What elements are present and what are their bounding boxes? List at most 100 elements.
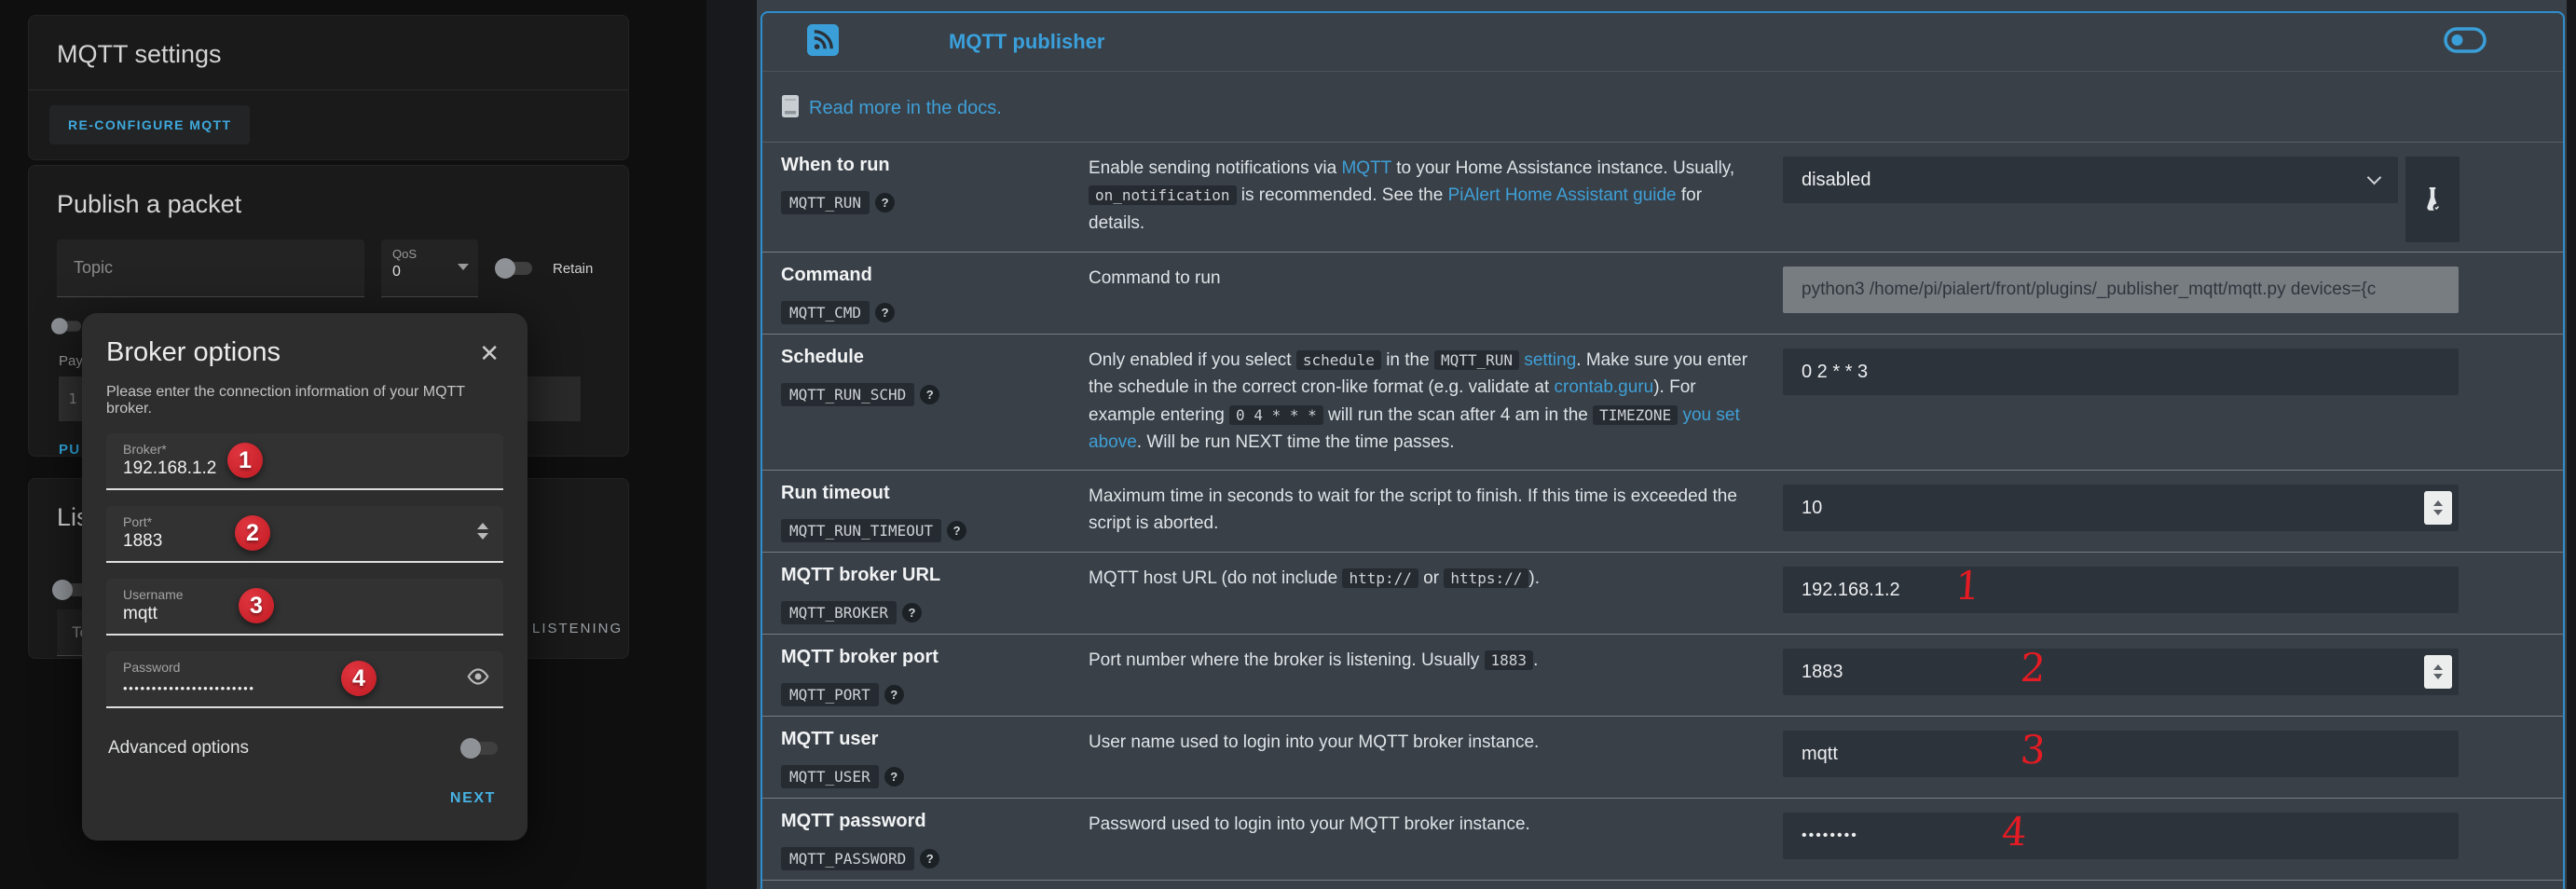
inline-code: TIMEZONE	[1593, 405, 1678, 425]
mqtt-settings-card: MQTT settings RE-CONFIGURE MQTT	[28, 15, 629, 160]
inline-link[interactable]: MQTT	[1341, 158, 1391, 178]
help-icon[interactable]: ?	[920, 849, 939, 868]
qos-select[interactable]: QoS 0	[381, 239, 478, 297]
window-edge	[2567, 0, 2576, 889]
help-icon[interactable]: ?	[947, 521, 966, 540]
setting-value: python3 /home/pi/pialert/front/plugins/_…	[1783, 265, 2546, 313]
setting-row: MQTT user MQTT_USER ? User name used to …	[762, 717, 2563, 799]
broker-field[interactable]: Broker* 192.168.1.2 1	[106, 433, 503, 490]
eye-icon[interactable]	[466, 666, 490, 691]
help-icon[interactable]: ?	[875, 303, 895, 322]
inline-text: Maximum time in seconds to wait for the …	[1089, 486, 1737, 533]
setting-value-field[interactable]: 192.168.1.2	[1783, 567, 2459, 613]
retain-label: Retain	[553, 261, 593, 277]
setting-value-text: 10	[1802, 498, 1822, 519]
toggle-off-icon[interactable]	[2444, 27, 2487, 58]
inline-text: will run the scan after 4 am in the	[1323, 405, 1593, 425]
broker-options-modal: Broker options ✕ Please enter the connec…	[82, 313, 528, 841]
port-field-label: Port*	[123, 514, 486, 529]
setting-value-text: 192.168.1.2	[1802, 580, 1900, 601]
panel-title: MQTT publisher	[949, 30, 1104, 54]
setting-value-field[interactable]: 0 2 * * 3	[1783, 349, 2459, 395]
setting-description: Password used to login into your MQTT br…	[1089, 811, 1783, 838]
setting-value: mqtt3	[1783, 729, 2546, 777]
retain-toggle[interactable]	[495, 258, 536, 279]
rss-icon	[807, 24, 839, 61]
setting-value-field[interactable]: 1883	[1783, 649, 2459, 695]
annotation-digit: 3	[2019, 727, 2047, 773]
test-run-button[interactable]	[2405, 157, 2460, 242]
setting-value-field[interactable]: python3 /home/pi/pialert/front/plugins/_…	[1783, 267, 2459, 313]
advanced-options-toggle[interactable]	[460, 738, 501, 759]
inline-text: in the	[1381, 350, 1434, 370]
number-stepper[interactable]	[2424, 655, 2452, 689]
setting-value: 0 2 * * 3	[1783, 347, 2546, 395]
setting-code-wrap: MQTT_PASSWORD ?	[781, 847, 1089, 870]
setting-value-text: python3 /home/pi/pialert/front/plugins/_…	[1802, 280, 2376, 300]
inline-link[interactable]: setting	[1524, 350, 1576, 370]
setting-description: Port number where the broker is listenin…	[1089, 647, 1783, 674]
setting-value-text: disabled	[1802, 170, 1871, 191]
inline-link[interactable]: PiAlert Home Assistant guide	[1448, 185, 1677, 205]
chevron-down-icon	[458, 264, 469, 270]
number-stepper[interactable]	[2424, 491, 2452, 525]
reconfigure-mqtt-button[interactable]: RE-CONFIGURE MQTT	[49, 105, 250, 144]
setting-description: User name used to login into your MQTT b…	[1089, 729, 1783, 756]
setting-value: 192.168.1.2 1	[1783, 565, 2546, 613]
annotation-badge-4: 4	[341, 661, 377, 696]
chevron-down-icon	[2367, 171, 2382, 185]
setting-value: disabled	[1783, 155, 2546, 242]
next-button[interactable]: NEXT	[450, 790, 496, 806]
help-icon[interactable]: ?	[920, 385, 939, 404]
setting-code-wrap: MQTT_BROKER ?	[781, 601, 1089, 624]
password-field-label: Password	[123, 660, 486, 675]
panel-gap	[706, 0, 757, 889]
setting-code-wrap: MQTT_USER ?	[781, 765, 1089, 788]
docs-icon	[781, 94, 800, 123]
setting-value-field[interactable]: mqtt	[1783, 731, 2459, 777]
username-field[interactable]: Username mqtt 3	[106, 579, 503, 636]
inline-text: to your Home Assistance instance. Usuall…	[1391, 158, 1734, 178]
setting-code: MQTT_RUN	[781, 191, 870, 214]
help-icon[interactable]: ?	[884, 767, 904, 786]
annotation-badge-2: 2	[235, 515, 270, 551]
port-field[interactable]: Port* 1883 2	[106, 506, 503, 563]
annotation-digit: 1	[1953, 563, 1981, 609]
allow-template-toggle[interactable]	[51, 318, 84, 335]
inline-code: https://	[1444, 568, 1528, 588]
inline-link[interactable]: crontab.guru	[1555, 377, 1654, 397]
setting-code-wrap: MQTT_PORT ?	[781, 683, 1089, 706]
help-icon[interactable]: ?	[884, 685, 904, 704]
password-field-value: •••••••••••••••••••••••	[123, 681, 486, 695]
setting-value-field[interactable]: ••••••••	[1783, 813, 2459, 859]
setting-row: Schedule MQTT_RUN_SCHD ? Only enabled if…	[762, 335, 2563, 471]
help-icon[interactable]: ?	[875, 193, 895, 212]
docs-link[interactable]: Read more in the docs.	[809, 98, 1002, 119]
inline-text: ).	[1528, 568, 1540, 588]
setting-row: MQTT Quality of Service Quality of servi…	[762, 881, 2563, 889]
setting-label: Command	[781, 265, 1089, 286]
setting-value: 18832	[1783, 647, 2546, 695]
setting-value: ••••••••4	[1783, 811, 2546, 859]
screenshot-stage: MQTT settings RE-CONFIGURE MQTT Publish …	[0, 0, 2576, 889]
topic-input[interactable]: Topic	[57, 239, 364, 297]
help-icon[interactable]: ?	[902, 603, 922, 622]
setting-row: When to run MQTT_RUN ? Enable sending no…	[762, 143, 2563, 253]
number-stepper-icon[interactable]	[477, 523, 488, 540]
close-icon[interactable]: ✕	[475, 337, 503, 369]
setting-value-field[interactable]: disabled	[1783, 157, 2398, 203]
inline-text: Enable sending notifications via	[1089, 158, 1341, 178]
setting-code: MQTT_PORT	[781, 683, 879, 706]
setting-code: MQTT_CMD	[781, 301, 870, 324]
password-field[interactable]: Password ••••••••••••••••••••••• 4	[106, 651, 503, 708]
setting-row: MQTT broker URL MQTT_BROKER ? MQTT host …	[762, 553, 2563, 635]
setting-code: MQTT_RUN_SCHD	[781, 383, 914, 406]
publish-packet-title: Publish a packet	[29, 166, 628, 239]
setting-label: MQTT broker port	[781, 647, 1089, 668]
setting-label: Schedule	[781, 347, 1089, 368]
setting-label: MQTT user	[781, 729, 1089, 750]
inline-code: MQTT_RUN	[1434, 350, 1519, 370]
annotation-badge-1: 1	[227, 443, 263, 478]
setting-description: Enable sending notifications via MQTT to…	[1089, 155, 1783, 237]
setting-value-field[interactable]: 10	[1783, 485, 2459, 531]
